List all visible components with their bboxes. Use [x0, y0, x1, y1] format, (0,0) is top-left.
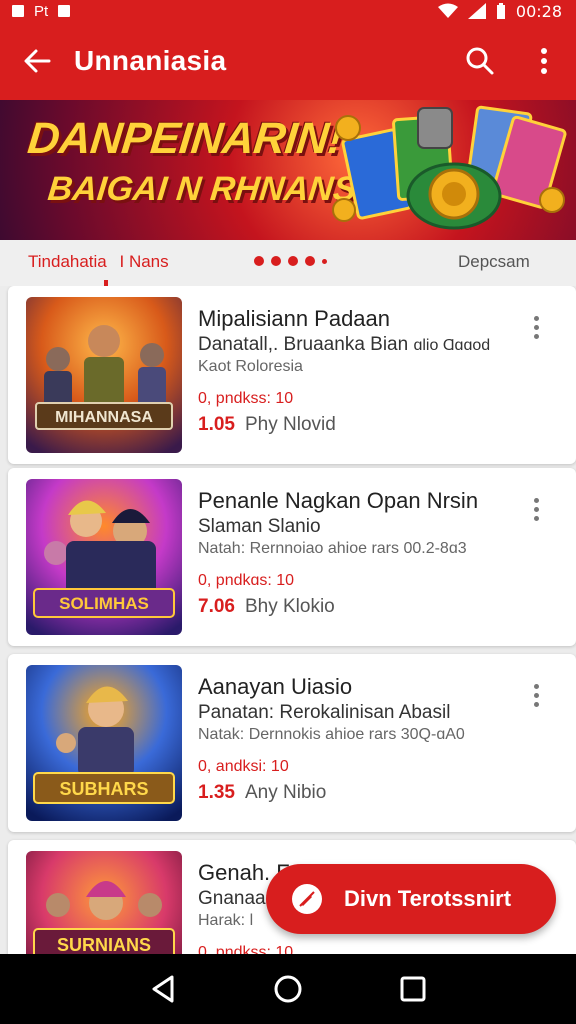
item-subtitle-tail: ɑlio Ɑɑɑod [413, 337, 491, 354]
wifi-icon [437, 3, 458, 18]
game-thumbnail: SOLIMHAS [26, 479, 182, 635]
list-item[interactable]: SUBHARS Aanayan Uiasio Panatan: Rerokali… [8, 654, 576, 832]
battery-icon [496, 3, 505, 19]
more-dot [533, 315, 539, 321]
tab-active-label: Tindahatia [28, 252, 107, 271]
status-time: 00:28 [515, 1, 562, 21]
no-edit-icon [292, 884, 322, 914]
more-dot [533, 324, 539, 330]
item-promo: 0, pndkss: 10 [198, 944, 294, 954]
thumb-caption: SOLIMHAS [59, 594, 149, 613]
item-subtitle: Danatall,. Bruaanka Bian ɑlio Ɑɑɑod [198, 334, 490, 356]
more-dot [533, 497, 539, 503]
item-subtitle-text: Danatall,. Bruaanka Bian [198, 334, 409, 355]
status-left-text: Pt [34, 2, 49, 20]
app-title: Unnaniasia [74, 45, 227, 76]
page-dot [305, 256, 315, 266]
home-circle-icon [274, 975, 302, 1003]
search-icon [466, 47, 494, 75]
nav-home-button[interactable] [258, 959, 318, 1019]
item-subtitle: Slaman Slanio [198, 516, 321, 537]
fab-label: Divn Terotssnirt [344, 886, 512, 911]
search-button[interactable] [448, 22, 512, 100]
game-thumbnail: SUBHARS [26, 665, 182, 821]
item-more-button[interactable] [522, 492, 550, 526]
fab-glyph [299, 891, 315, 907]
price-unit: Any Nibio [244, 782, 327, 803]
item-more-button[interactable] [522, 678, 550, 712]
more-dot [533, 333, 539, 339]
item-promo: 0, pndkss: 10 [198, 390, 294, 407]
arrow-back-icon [24, 49, 51, 73]
item-title: Penanle Nagkan Opan Nrsin [198, 488, 479, 513]
price-value: 1.35 [198, 782, 235, 803]
item-list: MIHANNASA Mipalisiann Padaan Danatall,. … [0, 286, 576, 954]
more-vert-icon [541, 48, 547, 74]
item-more-button[interactable] [522, 310, 550, 344]
thumb-caption: MIHANNASA [55, 409, 153, 426]
status-right: 00:28 [437, 1, 562, 21]
nav-recents-button[interactable] [383, 959, 443, 1019]
game-thumbnail: MIHANNASA [26, 297, 182, 453]
item-meta: Harak: l [198, 912, 254, 929]
page-dot [322, 258, 327, 264]
notification-icon [12, 5, 24, 17]
more-dot [533, 683, 539, 689]
thumb-caption: SUBHARS [59, 779, 148, 799]
item-title: Mipalisiann Padaan [198, 306, 391, 331]
app-screen: Pt 00:28 Unnaniasia DANPEINARIN! BAIGAI … [0, 0, 576, 1024]
page-dot [288, 256, 298, 266]
status-bar: Pt 00:28 [0, 0, 576, 22]
item-promo: 0, pndkɑs: 10 [198, 572, 295, 589]
page-dot [254, 256, 264, 266]
app-notification-icon [58, 5, 71, 17]
promo-banner[interactable]: DANPEINARIN! BAIGAI N RHNANS! [0, 100, 576, 240]
item-price: 1.05 Phy Nlovid [198, 414, 336, 436]
back-button[interactable] [0, 22, 74, 100]
banner-subheadline: BAIGAI N RHNANS! [46, 170, 370, 208]
banner-cards-illustration [332, 105, 567, 230]
tab-active[interactable]: Tindahatia I Nans [28, 252, 169, 272]
list-item[interactable]: SOLIMHAS Penanle Nagkan Opan Nrsin Slama… [8, 468, 576, 646]
thumb-caption: SURNIANS [57, 935, 151, 954]
item-meta: Natah: Rernnoiao ahioe rars 00.2-8ɑ3 [198, 540, 467, 557]
item-price: 7.06 Bhy Klokio [198, 596, 335, 618]
signal-icon [467, 3, 486, 19]
item-title: Aanayan Uiasio [198, 674, 353, 699]
more-dot [533, 692, 539, 698]
floating-action-button[interactable]: Divn Terotssnirt [266, 864, 556, 934]
item-price: 1.35 Any Nibio [198, 782, 326, 804]
more-dot [533, 701, 539, 707]
nav-back-button[interactable] [133, 959, 193, 1019]
price-value: 1.05 [198, 414, 235, 435]
item-promo: 0, andksi: 10 [198, 758, 289, 775]
overflow-menu-button[interactable] [512, 22, 576, 100]
price-value: 7.06 [198, 596, 235, 617]
page-dots [254, 256, 327, 266]
page-dot [271, 256, 281, 266]
tab-bar: Tindahatia I Nans Depcsam [0, 240, 576, 286]
item-meta: Natak: Dernnokis ahioe rars 30Q-ɑA0 [198, 726, 465, 743]
banner-headline: DANPEINARIN! [25, 114, 345, 163]
system-nav-bar [0, 954, 576, 1024]
more-dot [533, 515, 539, 521]
app-bar: Unnaniasia [0, 22, 576, 100]
more-dot [533, 506, 539, 512]
back-triangle-icon [152, 975, 174, 1003]
item-subtitle: Gnanaa [198, 888, 266, 909]
recents-square-icon [400, 976, 426, 1002]
price-unit: Bhy Klokio [244, 596, 335, 617]
list-item[interactable]: MIHANNASA Mipalisiann Padaan Danatall,. … [8, 286, 576, 464]
item-subtitle: Panatan: Rerokalinisan Abasil [198, 702, 451, 723]
tab-active-secondary: I Nans [119, 252, 169, 271]
item-meta: Kaot Roloresia [198, 358, 303, 375]
tab-right[interactable]: Depcsam [458, 252, 530, 272]
game-thumbnail: SURNIANS [26, 851, 182, 954]
status-left: Pt [12, 2, 71, 20]
price-unit: Phy Nlovid [244, 414, 336, 435]
